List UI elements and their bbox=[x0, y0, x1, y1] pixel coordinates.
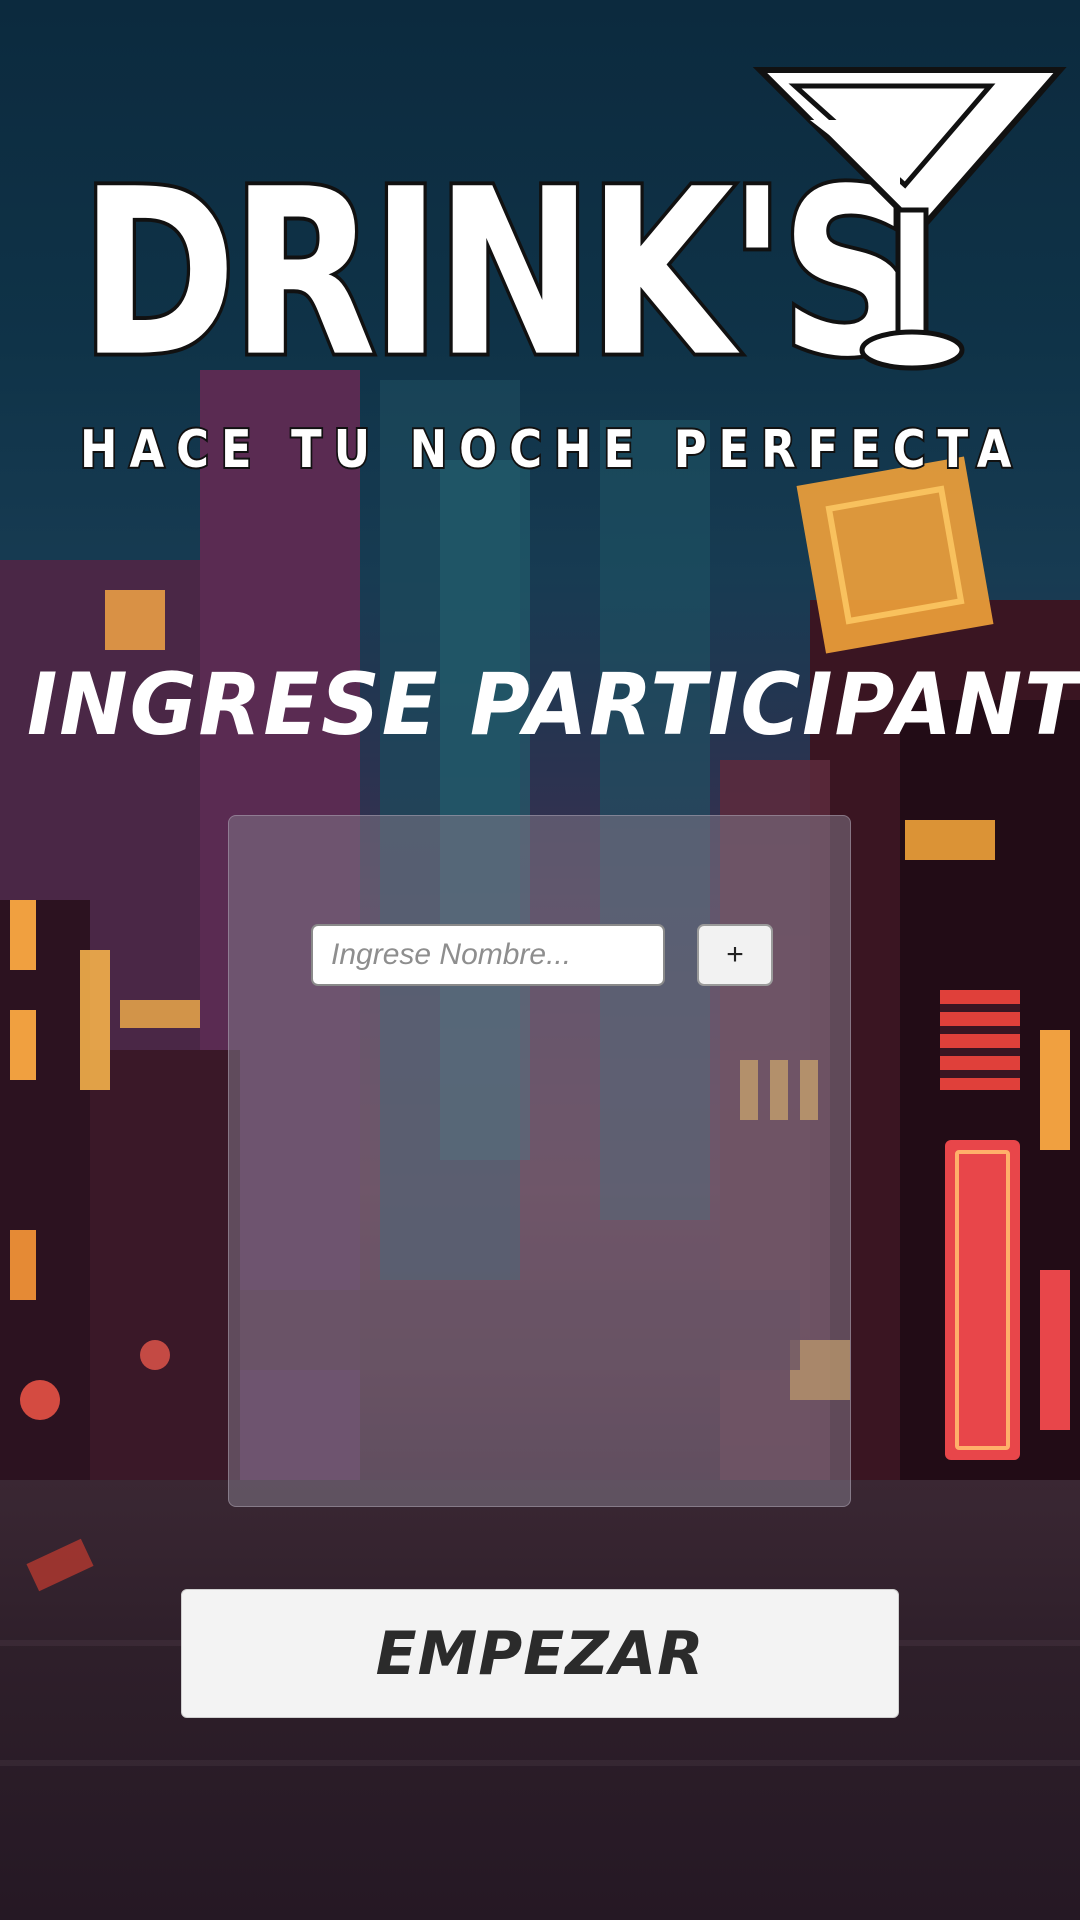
start-button-label: EMPEZAR bbox=[375, 1618, 705, 1689]
tagline: HACE TU NOCHE PERFECTA bbox=[78, 418, 1024, 482]
app-logo: DRINK'S HACE TU NOCHE PERFECTA bbox=[77, 60, 1070, 490]
add-button-label: + bbox=[726, 938, 744, 971]
page-heading: INGRESE PARTICIPANTES bbox=[27, 655, 1080, 755]
participants-panel bbox=[228, 815, 851, 1507]
start-button[interactable]: EMPEZAR bbox=[181, 1589, 899, 1718]
cocktail-glass-icon bbox=[752, 67, 1067, 371]
app-screen: DRINK'S HACE TU NOCHE PERFECTA INGRESE P… bbox=[0, 0, 1080, 1920]
participant-name-input[interactable] bbox=[311, 924, 665, 986]
add-participant-button[interactable]: + bbox=[697, 924, 773, 986]
